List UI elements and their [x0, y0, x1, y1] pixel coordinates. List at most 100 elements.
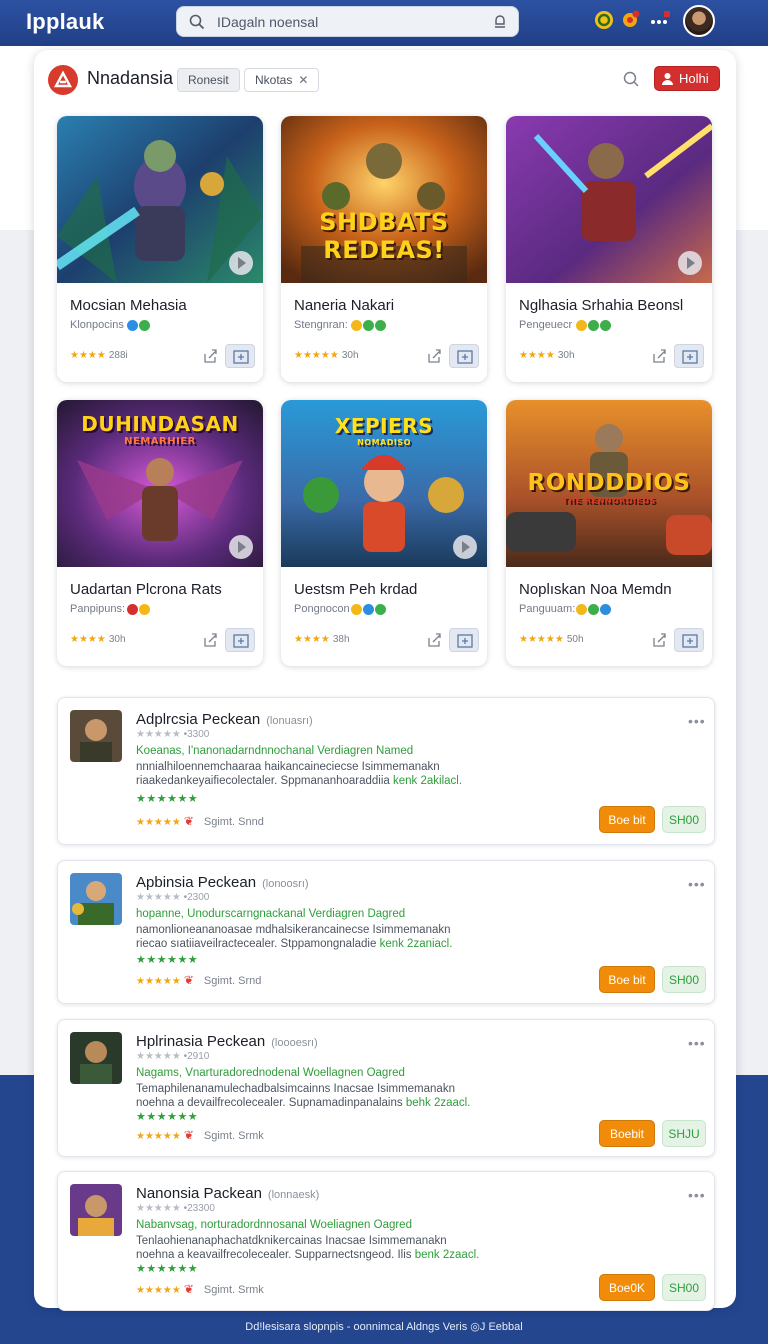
brand-logo[interactable]: Ipplauk	[26, 9, 104, 35]
desc-link[interactable]: kenk 2zaniacl.	[380, 938, 453, 950]
game-card[interactable]: Mocsian Mehasia Klonpocins ★★★★ 288i	[57, 116, 263, 382]
play-button[interactable]	[229, 251, 253, 275]
more-options-icon[interactable]: •••	[688, 713, 706, 729]
heart-icon[interactable]: ❦	[184, 973, 194, 987]
badge-icon	[351, 604, 362, 615]
add-to-library-button[interactable]	[225, 628, 255, 652]
badge-icon	[363, 604, 374, 615]
item-label: Sgimt. Snnd	[203, 816, 264, 828]
heart-icon[interactable]: ❦	[184, 1128, 194, 1142]
badge-icon	[139, 604, 150, 615]
card-title: Nglhasia Srhahia Beonsl	[519, 297, 684, 314]
user-avatar[interactable]	[683, 5, 715, 37]
list-item[interactable]: Adplrcsia Peckean (lonuasrı) ★★★★★ •3300 …	[57, 697, 715, 845]
more-options-icon[interactable]: •••	[688, 876, 706, 892]
secondary-action-button[interactable]: SH00	[662, 806, 706, 833]
add-icon	[682, 634, 698, 648]
share-icon[interactable]	[202, 632, 218, 648]
item-highlight: Nabanvsag, norturadordnnosanal Woeliagne…	[136, 1219, 412, 1231]
add-to-library-button[interactable]	[674, 344, 704, 368]
play-button[interactable]	[453, 535, 477, 559]
add-to-library-button[interactable]	[225, 344, 255, 368]
share-icon[interactable]	[426, 632, 442, 648]
badge-icon	[363, 320, 374, 331]
play-button[interactable]	[229, 535, 253, 559]
add-to-library-button[interactable]	[674, 628, 704, 652]
game-thumbnail[interactable]	[70, 710, 122, 762]
play-button[interactable]	[678, 251, 702, 275]
search-input[interactable]: IDagaln noensal	[217, 14, 318, 30]
tag-chip[interactable]: Nkotas ✕	[244, 68, 320, 92]
secondary-action-button[interactable]: SH00	[662, 1274, 706, 1301]
more-options-icon[interactable]: •••	[688, 1187, 706, 1203]
game-card[interactable]: XEPIERS NOMADISO Uestsm Peh krdad Pongnoc…	[281, 400, 487, 666]
secondary-action-button[interactable]: SHJU	[662, 1120, 706, 1147]
item-description: Temaphilenanamulechadbalsimcainns Inacsa…	[136, 1083, 455, 1095]
item-rating: ★★★★★ ❦ Sgimt. Srnd	[136, 973, 261, 987]
desc-link[interactable]: benk 2zaacl.	[415, 1249, 480, 1261]
item-rating: ★★★★★ ❦ Sgimt. Snnd	[136, 814, 264, 828]
add-to-library-button[interactable]	[449, 628, 479, 652]
card-badges	[127, 318, 151, 331]
heart-icon[interactable]: ❦	[184, 814, 194, 828]
game-card[interactable]: SHDBATS REDEAS! Naneria Nakari Stengnran:…	[281, 116, 487, 382]
search-box[interactable]: IDagaln noensal	[176, 6, 519, 37]
item-highlight: Koeanas, I'nanonadarndnnochanal Verdiagr…	[136, 745, 414, 757]
share-icon[interactable]	[202, 348, 218, 364]
add-icon	[233, 634, 249, 648]
tag-chip-label: Nkotas	[255, 73, 293, 87]
heart-icon[interactable]: ❦	[184, 1282, 194, 1296]
add-to-library-button[interactable]	[449, 344, 479, 368]
card-rating: ★★★★★ 50h	[519, 634, 584, 645]
badge-icon	[576, 320, 587, 331]
item-highlight: hopanne, Unodurscarngnackanal Verdiagren…	[136, 908, 406, 920]
list-item[interactable]: Nanonsia Packean (lonnaesk) ★★★★★ •23300 …	[57, 1171, 715, 1311]
mic-icon[interactable]	[492, 14, 508, 30]
more-options-icon[interactable]: •••	[688, 1035, 706, 1051]
coin-icon[interactable]	[593, 9, 615, 31]
add-icon	[457, 350, 473, 364]
rating-stars: ★★★★★	[294, 350, 339, 361]
item-tag: (lonoosrı)	[262, 878, 309, 890]
card-title: Naneria Nakari	[294, 297, 395, 314]
rating-count: 30h	[108, 634, 126, 645]
card-title: Uestsm Peh krdad	[294, 581, 418, 598]
search-icon[interactable]	[622, 70, 640, 88]
share-icon[interactable]	[426, 348, 442, 364]
primary-action-button[interactable]: Boebit	[599, 1120, 655, 1147]
art-title-line: THE RENNORDIEDS	[562, 496, 656, 505]
item-description: riecao sıatiiaveilractecealer. Stppamong…	[136, 937, 452, 951]
desc-link[interactable]: behk 2zaacl.	[406, 1097, 471, 1109]
item-tag: (loooesrı)	[271, 1037, 318, 1049]
list-item[interactable]: Hplrinasia Peckean (loooesrı) ★★★★★ •2910…	[57, 1019, 715, 1157]
item-meta: ★★★★★ •23300	[136, 1203, 215, 1214]
item-description: namonlioneananoasae mdhalsikerancainecse…	[136, 924, 451, 936]
badge-icon	[588, 320, 599, 331]
panel-header: Nnadansia Ronesit Nkotas ✕ Holhi	[34, 50, 736, 110]
share-icon[interactable]	[651, 632, 667, 648]
item-title-text: Adplrcsia Peckean	[136, 711, 261, 728]
secondary-action-button[interactable]: SH00	[662, 966, 706, 993]
game-art-title: XEPIERS NOMADISO	[281, 414, 487, 447]
filter-chip[interactable]: Ronesit	[177, 68, 240, 92]
game-card[interactable]: RONDDDIOS THE RENNORDIEDS Noplıskan Noa M…	[506, 400, 712, 666]
share-icon[interactable]	[651, 348, 667, 364]
hold-button[interactable]: Holhi	[654, 66, 720, 91]
item-label: Sgimt. Srmk	[203, 1130, 264, 1142]
game-card[interactable]: Nglhasia Srhahia Beonsl Pengeuecr ★★★★ 30…	[506, 116, 712, 382]
rating-count: 38h	[332, 634, 350, 645]
desc-link[interactable]: kenk 2akilacl.	[393, 775, 462, 787]
close-icon[interactable]: ✕	[298, 73, 308, 87]
primary-action-button[interactable]: Boe bit	[599, 966, 655, 993]
more-icon[interactable]	[649, 9, 671, 31]
list-item[interactable]: Apbinsia Peckean (lonoosrı) ★★★★★ •2300 h…	[57, 860, 715, 1004]
game-thumbnail[interactable]	[70, 873, 122, 925]
rating-stars: ★★★★	[70, 634, 106, 645]
notification-icon[interactable]	[620, 9, 642, 31]
game-thumbnail[interactable]	[70, 1032, 122, 1084]
primary-action-button[interactable]: Boe bit	[599, 806, 655, 833]
card-badges	[576, 318, 612, 331]
game-thumbnail[interactable]	[70, 1184, 122, 1236]
primary-action-button[interactable]: Boe0K	[599, 1274, 655, 1301]
game-card[interactable]: DUHINDASAN NEMARHIER Uadartan Plcrona Rat…	[57, 400, 263, 666]
